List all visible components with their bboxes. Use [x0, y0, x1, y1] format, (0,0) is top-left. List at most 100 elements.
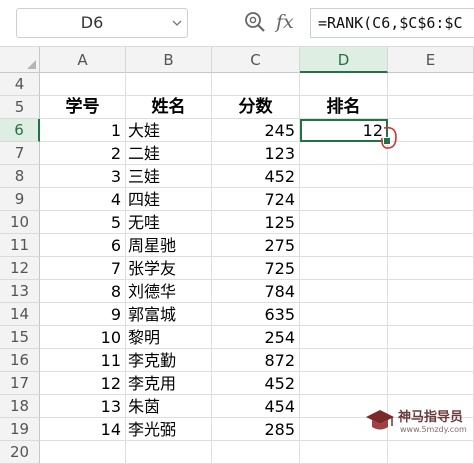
cell-e12[interactable] — [388, 257, 474, 280]
cell-a8[interactable]: 3 — [40, 165, 126, 188]
cell-d6[interactable]: 12 — [300, 119, 388, 142]
cell-b19[interactable]: 李光弼 — [126, 418, 212, 441]
cell-d8[interactable] — [300, 165, 388, 188]
cell-e9[interactable] — [388, 188, 474, 211]
cell-c7[interactable]: 123 — [212, 142, 300, 165]
cell-a14[interactable]: 9 — [40, 303, 126, 326]
spreadsheet-grid[interactable]: A B C D E 4 5 学号 姓名 分数 排名 6 1 大娃 245 12 7 2 二娃 123 8 3 三娃 452 9 4… — [0, 47, 474, 464]
cell-a12[interactable]: 7 — [40, 257, 126, 280]
cell-b9[interactable]: 四娃 — [126, 188, 212, 211]
cell-a18[interactable]: 13 — [40, 395, 126, 418]
row-header-6[interactable]: 6 — [0, 119, 40, 142]
cell-c9[interactable]: 724 — [212, 188, 300, 211]
cell-a5[interactable]: 学号 — [40, 96, 126, 119]
cell-b7[interactable]: 二娃 — [126, 142, 212, 165]
cell-c16[interactable]: 872 — [212, 349, 300, 372]
cell-b14[interactable]: 郭富城 — [126, 303, 212, 326]
cell-c15[interactable]: 254 — [212, 326, 300, 349]
cell-b10[interactable]: 无哇 — [126, 211, 212, 234]
cell-e7[interactable] — [388, 142, 474, 165]
cell-c19[interactable]: 285 — [212, 418, 300, 441]
cell-d14[interactable] — [300, 303, 388, 326]
cell-d5[interactable]: 排名 — [300, 96, 388, 119]
cell-e20[interactable] — [388, 441, 474, 464]
name-box[interactable]: D6 — [16, 8, 188, 38]
row-header-5[interactable]: 5 — [0, 96, 40, 119]
cell-a7[interactable]: 2 — [40, 142, 126, 165]
cell-d16[interactable] — [300, 349, 388, 372]
cell-a9[interactable]: 4 — [40, 188, 126, 211]
cell-b6[interactable]: 大娃 — [126, 119, 212, 142]
row-header-12[interactable]: 12 — [0, 257, 40, 280]
cell-e5[interactable] — [388, 96, 474, 119]
cell-b4[interactable] — [126, 73, 212, 96]
cell-d20[interactable] — [300, 441, 388, 464]
cell-c13[interactable]: 784 — [212, 280, 300, 303]
cell-d12[interactable] — [300, 257, 388, 280]
cell-a10[interactable]: 5 — [40, 211, 126, 234]
cell-e10[interactable] — [388, 211, 474, 234]
cell-c14[interactable]: 635 — [212, 303, 300, 326]
cell-e15[interactable] — [388, 326, 474, 349]
row-header-20[interactable]: 20 — [0, 441, 40, 464]
cell-c8[interactable]: 452 — [212, 165, 300, 188]
cell-b11[interactable]: 周星驰 — [126, 234, 212, 257]
cell-a6[interactable]: 1 — [40, 119, 126, 142]
cell-a16[interactable]: 11 — [40, 349, 126, 372]
column-header-a[interactable]: A — [40, 47, 126, 73]
cell-d10[interactable] — [300, 211, 388, 234]
cell-c12[interactable]: 725 — [212, 257, 300, 280]
chevron-down-icon[interactable] — [172, 18, 182, 28]
row-header-15[interactable]: 15 — [0, 326, 40, 349]
row-header-11[interactable]: 11 — [0, 234, 40, 257]
row-header-10[interactable]: 10 — [0, 211, 40, 234]
cell-c4[interactable] — [212, 73, 300, 96]
cell-e8[interactable] — [388, 165, 474, 188]
cell-e11[interactable] — [388, 234, 474, 257]
row-header-14[interactable]: 14 — [0, 303, 40, 326]
column-header-e[interactable]: E — [388, 47, 474, 73]
cell-b17[interactable]: 李克用 — [126, 372, 212, 395]
cell-e16[interactable] — [388, 349, 474, 372]
cell-a13[interactable]: 8 — [40, 280, 126, 303]
cell-b13[interactable]: 刘德华 — [126, 280, 212, 303]
cell-e4[interactable] — [388, 73, 474, 96]
row-header-7[interactable]: 7 — [0, 142, 40, 165]
cell-e17[interactable] — [388, 372, 474, 395]
cell-d13[interactable] — [300, 280, 388, 303]
cell-e14[interactable] — [388, 303, 474, 326]
cell-b16[interactable]: 李克勤 — [126, 349, 212, 372]
cell-b5[interactable]: 姓名 — [126, 96, 212, 119]
cell-c6[interactable]: 245 — [212, 119, 300, 142]
cell-e6[interactable] — [388, 119, 474, 142]
cell-c10[interactable]: 125 — [212, 211, 300, 234]
cell-d7[interactable] — [300, 142, 388, 165]
cell-a20[interactable] — [40, 441, 126, 464]
row-header-17[interactable]: 17 — [0, 372, 40, 395]
row-header-13[interactable]: 13 — [0, 280, 40, 303]
select-all-corner[interactable] — [0, 47, 40, 73]
cell-c11[interactable]: 275 — [212, 234, 300, 257]
cell-b15[interactable]: 黎明 — [126, 326, 212, 349]
cell-d15[interactable] — [300, 326, 388, 349]
cell-c20[interactable] — [212, 441, 300, 464]
cell-a4[interactable] — [40, 73, 126, 96]
cell-d11[interactable] — [300, 234, 388, 257]
cell-d17[interactable] — [300, 372, 388, 395]
cell-a15[interactable]: 10 — [40, 326, 126, 349]
row-header-4[interactable]: 4 — [0, 73, 40, 96]
cell-b12[interactable]: 张学友 — [126, 257, 212, 280]
cell-d9[interactable] — [300, 188, 388, 211]
cell-c18[interactable]: 454 — [212, 395, 300, 418]
zoom-search-icon[interactable] — [244, 11, 266, 33]
row-header-8[interactable]: 8 — [0, 165, 40, 188]
column-header-b[interactable]: B — [126, 47, 212, 73]
cell-d4[interactable] — [300, 73, 388, 96]
cell-b20[interactable] — [126, 441, 212, 464]
cell-b18[interactable]: 朱茵 — [126, 395, 212, 418]
fx-icon[interactable]: fx — [276, 7, 300, 37]
row-header-19[interactable]: 19 — [0, 418, 40, 441]
formula-input[interactable]: =RANK(C6,$C$6:$C — [310, 8, 474, 38]
cell-b8[interactable]: 三娃 — [126, 165, 212, 188]
cell-a19[interactable]: 14 — [40, 418, 126, 441]
